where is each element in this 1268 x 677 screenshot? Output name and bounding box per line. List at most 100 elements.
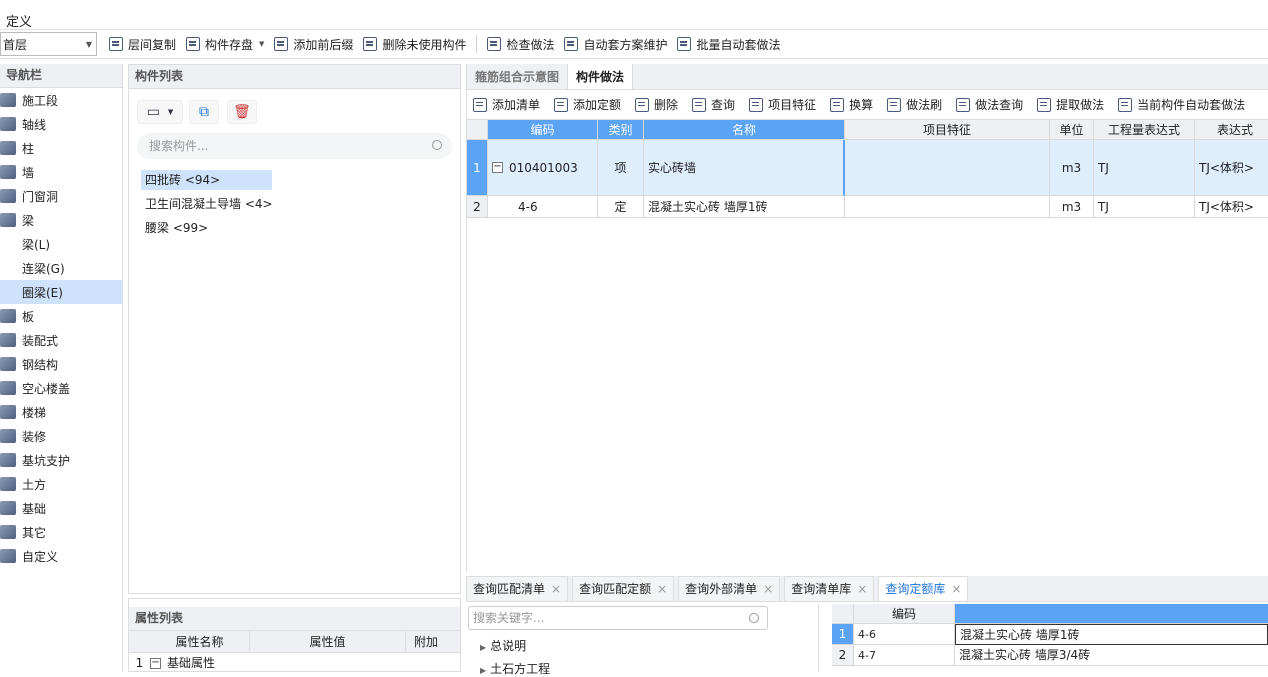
sidebar-item[interactable]: 钢结构 — [0, 352, 122, 376]
sidebar-item[interactable]: 连梁(G) — [0, 256, 122, 280]
close-icon[interactable]: × — [657, 582, 667, 596]
table-row[interactable]: 1 −010401003 项 实心砖墙 m3 TJ TJ<体积> — [467, 140, 1268, 196]
sidebar-item[interactable]: 梁(L) — [0, 232, 122, 256]
cell-name[interactable]: 混凝土实心砖 墙厚1砖 — [644, 196, 845, 218]
cell-code[interactable]: −010401003 — [488, 140, 598, 196]
cell-expr[interactable]: TJ — [1094, 196, 1195, 218]
quota-row[interactable]: 2 4-7 混凝土实心砖 墙厚3/4砖 — [832, 645, 1268, 666]
method-tool-button[interactable]: 当前构件自动套做法 — [1118, 96, 1245, 113]
new-component-button[interactable]: ▭ ▼ — [137, 100, 183, 124]
splitter[interactable] — [818, 604, 819, 672]
row-number: 2 — [467, 196, 488, 218]
cell-feature[interactable] — [845, 196, 1050, 218]
tree-item[interactable]: ▶ 土石方工程 — [480, 660, 550, 677]
cell-unit[interactable]: m3 — [1050, 196, 1094, 218]
component-search-input[interactable]: 搜索构件... — [137, 133, 452, 159]
sidebar-item[interactable]: 其它 — [0, 520, 122, 544]
sidebar-item[interactable]: 装修 — [0, 424, 122, 448]
property-name-cell: − 基础属性 — [150, 653, 215, 673]
sidebar-item[interactable]: 轴线 — [0, 112, 122, 136]
sidebar-item-label: 梁 — [22, 213, 35, 228]
sidebar-item[interactable]: 基坑支护 — [0, 448, 122, 472]
batch-auto-button[interactable]: 批量自动套做法 — [677, 36, 781, 53]
tab-component-method[interactable]: 构件做法 — [568, 64, 634, 89]
quota-grid: 编码 1 4-6 混凝土实心砖 墙厚1砖 2 4-7 混凝土实心砖 墙厚3/4砖 — [832, 604, 1268, 666]
query-search-input[interactable]: 搜索关键字... — [468, 606, 768, 630]
sidebar-item[interactable]: 基础 — [0, 496, 122, 520]
copy-component-button[interactable]: ⧉ — [189, 100, 219, 124]
method-tool-button[interactable]: 查询 — [692, 96, 735, 113]
cell-expr-desc[interactable]: TJ<体积> — [1195, 196, 1268, 218]
method-tool-button[interactable]: 添加清单 — [473, 96, 540, 113]
method-tool-button[interactable]: 项目特征 — [749, 96, 816, 113]
menu-define[interactable]: 定义 — [6, 11, 32, 30]
main-tabs: 箍筋组合示意图 构件做法 — [467, 64, 1268, 90]
query-tab[interactable]: 查询清单库 × — [784, 576, 875, 601]
table-row[interactable]: 2 4-6 定 混凝土实心砖 墙厚1砖 m3 TJ TJ<体积> — [467, 196, 1268, 218]
quota-name[interactable]: 混凝土实心砖 墙厚1砖 — [955, 624, 1268, 645]
tree-item[interactable]: ▶ 总说明 — [480, 637, 526, 654]
sidebar-item[interactable]: 梁 — [0, 208, 122, 232]
delete-unused-button[interactable]: 删除未使用构件 — [363, 36, 466, 53]
sidebar-item[interactable]: 施工段 — [0, 88, 122, 112]
sidebar-item[interactable]: 圈梁(E) — [0, 280, 122, 304]
component-item[interactable]: 卫生间混凝土导墙 <4> — [141, 194, 277, 214]
menu-bar: 定义 — [0, 0, 1268, 30]
component-item[interactable]: 四批砖 <94> — [141, 170, 272, 190]
method-tool-button[interactable]: 换算 — [830, 96, 873, 113]
save-component-button[interactable]: 构件存盘 ▼ — [186, 36, 264, 53]
close-icon[interactable]: × — [551, 582, 561, 596]
sidebar-item[interactable]: 门窗洞 — [0, 184, 122, 208]
sidebar-item[interactable]: 板 — [0, 304, 122, 328]
property-list-title: 属性列表 — [129, 607, 460, 631]
component-item[interactable]: 腰梁 <99> — [141, 218, 212, 238]
method-tool-button[interactable]: 做法查询 — [956, 96, 1023, 113]
add-prefix-button[interactable]: 添加前后缀 — [274, 36, 353, 53]
auto-scheme-button[interactable]: 自动套方案维护 — [564, 36, 667, 53]
tool-icon — [1118, 97, 1133, 112]
sidebar-item[interactable]: 墙 — [0, 160, 122, 184]
close-icon[interactable]: × — [857, 582, 867, 596]
query-tab[interactable]: 查询匹配清单 × — [466, 576, 569, 601]
cell-feature[interactable] — [845, 140, 1050, 196]
sidebar-item[interactable]: 柱 — [0, 136, 122, 160]
collapse-icon[interactable]: − — [492, 162, 503, 173]
check-method-button[interactable]: 检查做法 — [487, 36, 554, 53]
sidebar-item[interactable]: 土方 — [0, 472, 122, 496]
sidebar-item-label: 梁(L) — [22, 237, 51, 252]
copy-floor-button[interactable]: 层间复制 — [109, 36, 176, 53]
quota-name[interactable]: 混凝土实心砖 墙厚3/4砖 — [955, 645, 1268, 666]
quota-code[interactable]: 4-6 — [854, 624, 955, 645]
quota-row[interactable]: 1 4-6 混凝土实心砖 墙厚1砖 — [832, 624, 1268, 645]
cell-name[interactable]: 实心砖墙 — [644, 140, 845, 196]
chevron-down-icon[interactable]: ▼ — [259, 40, 264, 48]
cell-expr[interactable]: TJ — [1094, 140, 1195, 196]
query-tab[interactable]: 查询定额库 × — [878, 576, 969, 601]
method-tool-button[interactable]: 做法刷 — [887, 96, 942, 113]
cell-code[interactable]: 4-6 — [488, 196, 598, 218]
method-tool-button[interactable]: 删除 — [635, 96, 678, 113]
cell-expr-desc[interactable]: TJ<体积> — [1195, 140, 1268, 196]
cell-unit[interactable]: m3 — [1050, 140, 1094, 196]
delete-component-button[interactable]: 🗑 — [227, 100, 257, 124]
nav-panel: 导航栏 施工段 轴线柱墙门窗洞梁梁(L) 连梁(G) 圈梁(E) 板装配式 钢结构 空心楼盖… — [0, 64, 123, 672]
close-icon[interactable]: × — [763, 582, 773, 596]
code-value: 010401003 — [509, 160, 578, 175]
tab-stirrup-diagram[interactable]: 箍筋组合示意图 — [467, 64, 569, 89]
query-tab[interactable]: 查询外部清单 × — [678, 576, 781, 601]
sidebar-item[interactable]: 楼梯 — [0, 400, 122, 424]
sidebar-item[interactable]: 空心楼盖 — [0, 376, 122, 400]
method-tool-button[interactable]: 添加定额 — [554, 96, 621, 113]
cell-type[interactable]: 定 — [598, 196, 644, 218]
property-row[interactable]: 1 − 基础属性 — [129, 653, 460, 673]
quota-code[interactable]: 4-7 — [854, 645, 955, 666]
floor-select[interactable]: 首层 ▼ — [0, 32, 97, 56]
method-tool-button[interactable]: 提取做法 — [1037, 96, 1104, 113]
close-icon[interactable]: × — [951, 582, 961, 596]
component-list-title: 构件列表 — [129, 65, 460, 89]
collapse-icon[interactable]: − — [150, 657, 161, 669]
cell-type[interactable]: 项 — [598, 140, 644, 196]
query-tab[interactable]: 查询匹配定额 × — [572, 576, 675, 601]
sidebar-item[interactable]: 装配式 — [0, 328, 122, 352]
sidebar-item[interactable]: 自定义 — [0, 544, 122, 568]
